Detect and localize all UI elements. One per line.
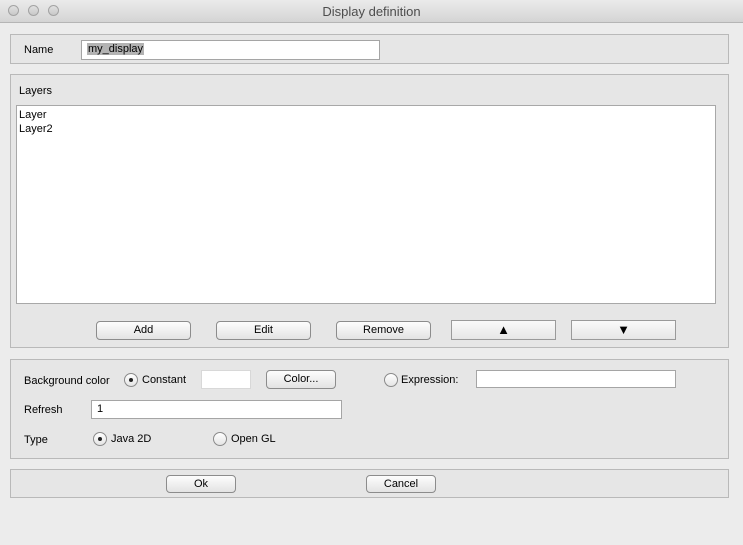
window-title: Display definition — [322, 4, 421, 19]
background-color-label: Background color — [24, 375, 110, 387]
move-up-button[interactable]: ▲ — [451, 320, 556, 340]
opengl-label: Open GL — [231, 433, 276, 445]
expression-radio[interactable] — [384, 373, 398, 387]
cancel-button[interactable]: Cancel — [366, 475, 436, 493]
constant-label: Constant — [142, 374, 187, 386]
refresh-field[interactable]: 1 — [91, 400, 342, 419]
java2d-radio[interactable] — [93, 432, 107, 446]
opengl-radio[interactable] — [213, 432, 227, 446]
remove-layer-button[interactable]: Remove — [336, 321, 431, 340]
layers-list[interactable]: Layer Layer2 — [16, 105, 716, 304]
name-label: Name — [24, 44, 54, 56]
name-value: my_display — [87, 43, 145, 55]
color-swatch — [201, 370, 251, 389]
refresh-label: Refresh — [24, 404, 63, 416]
expression-label: Expression: — [401, 374, 459, 386]
type-label: Type — [24, 434, 48, 446]
move-down-button[interactable]: ▼ — [571, 320, 676, 340]
ok-button[interactable]: Ok — [166, 475, 236, 493]
expression-field[interactable] — [476, 370, 676, 388]
settings-panel: Background color Constant Color... Expre… — [10, 359, 729, 459]
title-bar: Display definition — [0, 0, 743, 23]
layers-label: Layers — [19, 85, 53, 97]
name-field[interactable]: my_display — [81, 40, 380, 60]
footer-panel: Ok Cancel — [10, 469, 729, 498]
arrow-down-icon: ▼ — [617, 322, 630, 337]
name-panel: Name my_display — [10, 34, 729, 64]
edit-layer-button[interactable]: Edit — [216, 321, 311, 340]
list-item[interactable]: Layer2 — [19, 122, 713, 136]
arrow-up-icon: ▲ — [497, 322, 510, 337]
color-button[interactable]: Color... — [266, 370, 336, 389]
java2d-label: Java 2D — [111, 433, 152, 445]
layers-panel: Layers Layer Layer2 Add Edit Remove ▲ ▼ — [10, 74, 729, 348]
list-item[interactable]: Layer — [19, 108, 713, 122]
constant-radio[interactable] — [124, 373, 138, 387]
add-layer-button[interactable]: Add — [96, 321, 191, 340]
